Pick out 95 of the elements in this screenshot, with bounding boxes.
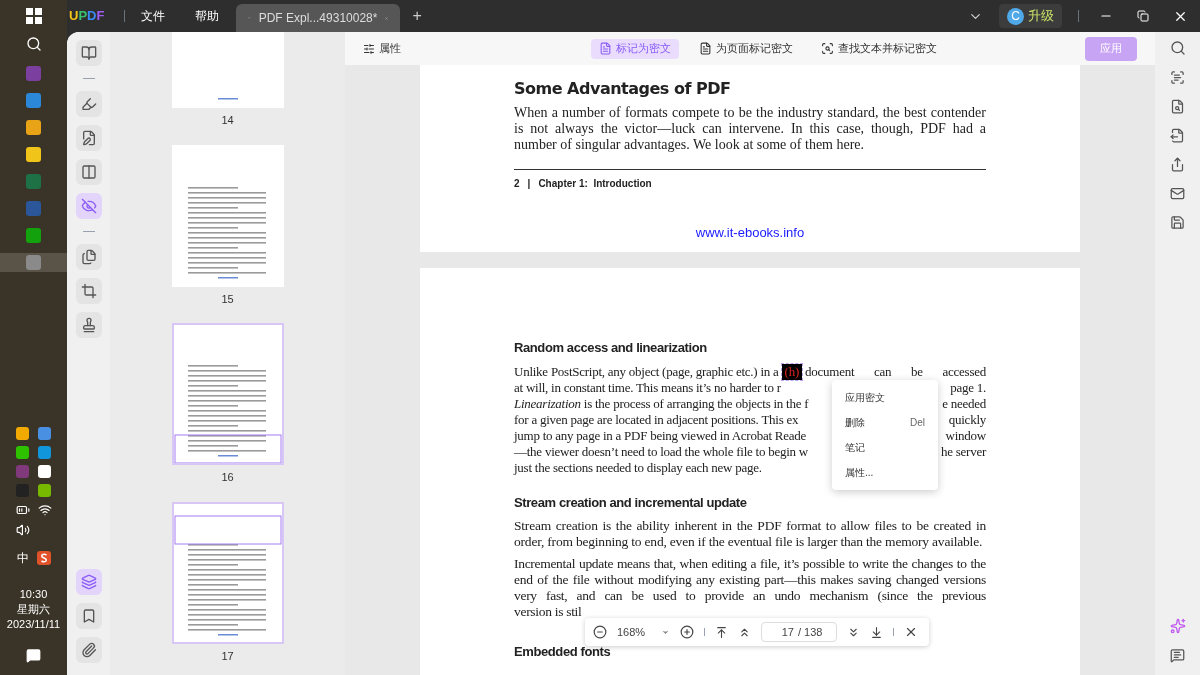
ime-indicator[interactable]: 中 [16,549,29,567]
sliders-icon [363,42,375,55]
chapter-label: Chapter 1: Introduction [538,177,652,191]
menu-item[interactable]: 帮助 [195,7,220,25]
mode-tab[interactable]: 查找文本并标记密文 [813,38,945,59]
first-page-icon[interactable] [715,625,729,639]
tray-icon[interactable] [37,465,51,478]
clock-time[interactable]: 10:30 [19,587,48,602]
text-line: quickly [948,411,986,428]
text-line: at will, in constant time. This means it’s no harder to r [514,379,781,396]
page-thumbnail[interactable] [171,501,284,644]
input-method-icon[interactable] [36,551,51,565]
paperclip-icon[interactable] [75,637,102,663]
text-line: Unlike PostScript, any object (page, graphic etc.) in a [514,363,779,380]
redact-text-icon [599,42,612,55]
section-heading: Random access and linearization [514,339,708,357]
last-page-icon[interactable] [870,625,884,639]
document-icon[interactable] [1170,99,1185,114]
layers-icon[interactable] [75,569,102,595]
text-line: document can be accessed [805,363,986,380]
section-heading: Stream creation and incremental update [514,493,748,512]
page-heading: Some Advantages of PDF [514,78,732,100]
page-thumbnail[interactable] [171,144,284,287]
reader-icon[interactable] [75,40,102,66]
website-link[interactable]: www.it-ebooks.info [695,223,805,243]
pages-icon[interactable] [75,244,102,270]
page-total: / 138 [797,624,823,640]
mode-tab[interactable]: 为页面标记密文 [691,38,801,59]
text-line: for a given page are located in adjacent positions. This ex [514,411,799,428]
separator: | [527,177,531,191]
app-logo: UPDF [69,7,105,26]
page-number: 2 [514,177,520,191]
avatar: C [1007,7,1024,25]
find-icon [821,42,834,55]
search-icon[interactable] [25,36,42,52]
stamp-icon[interactable] [75,312,102,338]
text-line: e needed [942,395,986,412]
text-line: just the sections needed to display each new page. [514,459,762,476]
tray-icon[interactable] [15,427,29,440]
upgrade-label: 升级 [1028,7,1054,26]
menu-item[interactable]: 删除 Del [832,410,938,435]
menu-item[interactable]: 应用密文 [832,385,938,410]
ai-assistant-icon[interactable] [1169,618,1186,634]
ocr-icon[interactable] [1170,70,1185,85]
export-icon[interactable] [1170,128,1185,143]
menu-item[interactable]: 属性... [832,460,938,485]
section-heading: Embedded fonts [514,643,612,661]
text-line: —the viewer doesn’t need to load the whole file to begin w [514,443,808,460]
upgrade-button[interactable]: C 升级 [999,4,1062,28]
page-number: 14 [221,113,234,128]
text-line: jump to any page in a PDF being viewed in Acrobat Reade [514,427,807,444]
paragraph: When a number of formats compete to be the industry standard, the best contender is not always the victor—luck can intervene. In this case, though, PDF had a number of singular advantages. We look at some of them here. [514,105,986,153]
clock-weekday[interactable]: 星期六 [17,602,50,617]
tray-icon[interactable] [37,484,51,497]
redaction-mark[interactable]: (h) [781,363,802,380]
battery-icon[interactable] [15,503,30,517]
page-thumbnail[interactable] [171,323,284,465]
crop-icon[interactable] [75,278,102,304]
zoom-level[interactable]: 168% [617,623,671,641]
clock-date[interactable]: 2023/11/11 [6,617,61,632]
zoom-out-icon[interactable] [593,625,607,639]
page-icon [699,42,712,55]
windows-icon[interactable] [25,8,42,24]
wifi-icon[interactable] [37,503,52,517]
paragraph: Stream creation is the ability inherent in the PDF format to allow files to be created in order, from beginning to end, even if the eventual file is larger than the memory available. [514,518,986,550]
text-line: window [945,427,986,444]
page-input[interactable]: 17 [775,623,794,641]
highlighter-icon[interactable] [75,91,102,117]
edit-icon[interactable] [75,125,102,151]
save-icon[interactable] [1170,215,1185,230]
search-icon[interactable] [1169,40,1186,56]
zoom-in-icon[interactable] [680,625,695,639]
tray-icon[interactable] [15,446,29,459]
page-number: 17 [221,648,234,664]
page-number: 16 [221,470,234,485]
mail-icon[interactable] [1170,186,1185,201]
new-tab-button[interactable]: + [412,4,422,28]
properties-button[interactable]: 属性 [363,40,401,57]
text-line: version is stil [514,604,582,620]
chat-icon[interactable] [1170,648,1185,663]
share-icon[interactable] [1170,157,1185,172]
notification-icon[interactable] [26,648,41,663]
tab-title: PDF Expl...49310028* [258,10,378,27]
bookmark-icon[interactable] [75,603,102,629]
text-line: he server [940,443,986,460]
text-line: page 1. [950,379,986,396]
text-line: Linearization is the process of arranging the objects in the f [514,395,809,412]
page-thumbnail[interactable] [171,32,284,108]
menu-item[interactable]: 文件 [141,7,166,25]
form-icon[interactable] [75,159,102,185]
volume-icon[interactable] [15,523,30,537]
redact-icon[interactable] [75,193,102,219]
menu-item[interactable]: 笔记 [832,435,938,460]
page-number: 15 [221,291,234,307]
restore-icon[interactable] [1137,10,1149,22]
